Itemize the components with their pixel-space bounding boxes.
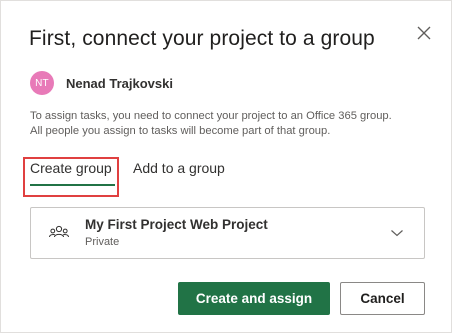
chevron-down-icon [391, 230, 403, 237]
group-dropdown[interactable]: My First Project Web Project Private [30, 207, 425, 259]
user-row: NT Nenad Trajkovski [30, 71, 173, 95]
close-icon [417, 26, 431, 40]
tab-add-to-group-label: Add to a group [133, 160, 225, 176]
close-button[interactable] [414, 23, 434, 43]
connect-group-dialog: First, connect your project to a group N… [0, 0, 452, 333]
tab-add-to-group[interactable]: Add to a group [133, 160, 225, 176]
people-icon [49, 225, 69, 238]
user-name: Nenad Trajkovski [66, 75, 173, 91]
tab-create-group[interactable]: Create group [30, 160, 115, 186]
group-name: My First Project Web Project [85, 217, 268, 232]
dialog-description: To assign tasks, you need to connect you… [30, 109, 430, 139]
selected-tab-indicator [30, 184, 115, 186]
cancel-button[interactable]: Cancel [340, 282, 425, 315]
dialog-title: First, connect your project to a group [29, 27, 375, 50]
group-privacy: Private [85, 236, 120, 248]
description-line-2: All people you assign to tasks will beco… [30, 125, 331, 137]
create-and-assign-button[interactable]: Create and assign [178, 282, 330, 315]
description-line-1: To assign tasks, you need to connect you… [30, 110, 392, 122]
avatar: NT [30, 71, 54, 95]
tab-create-group-label: Create group [30, 160, 112, 176]
